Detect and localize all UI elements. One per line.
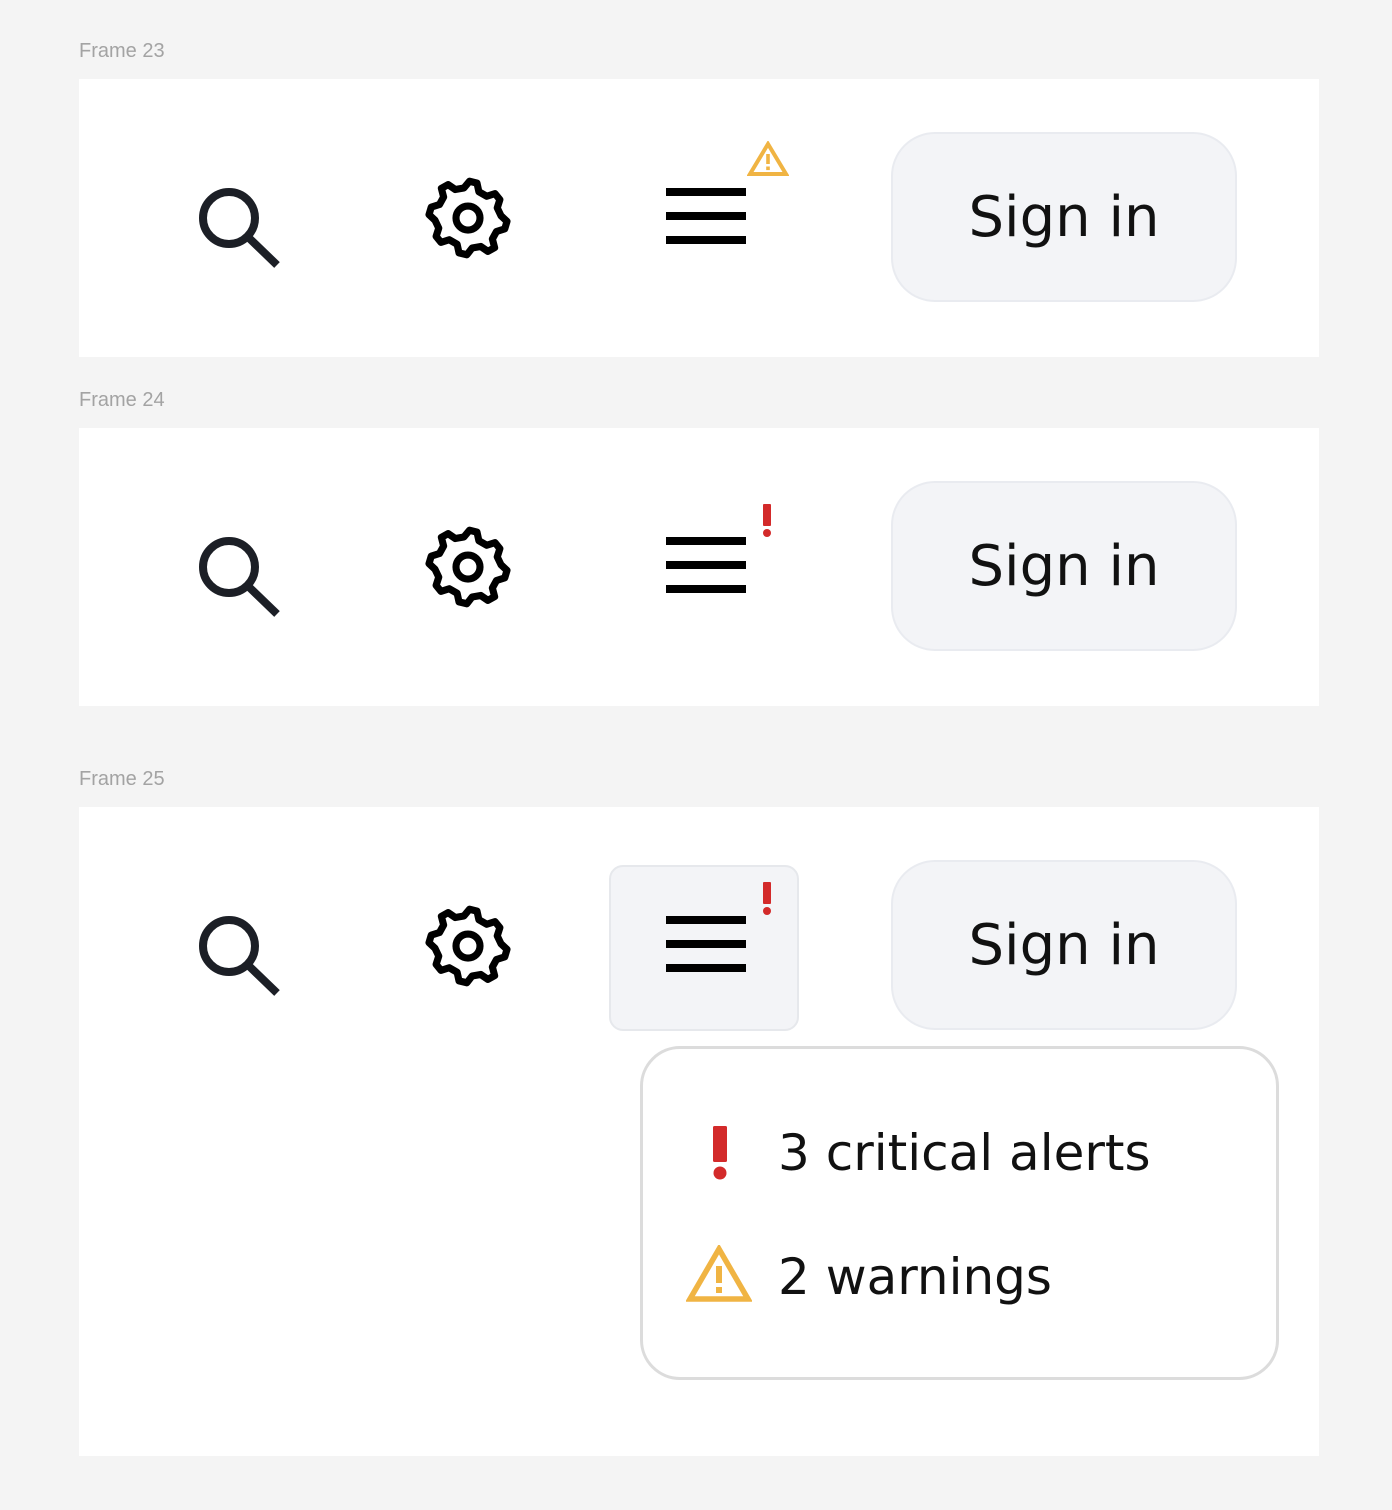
sign-in-button[interactable]: Sign in — [891, 481, 1237, 651]
gear-icon[interactable] — [423, 173, 513, 263]
dropdown-item-label: 3 critical alerts — [778, 1124, 1151, 1182]
warning-triangle-icon — [686, 1245, 752, 1302]
search-icon[interactable] — [197, 535, 283, 619]
dropdown-item-label: 2 warnings — [778, 1248, 1052, 1306]
frame-label: Frame 23 — [79, 40, 165, 62]
dropdown-item-critical[interactable]: 3 critical alerts — [643, 1113, 1276, 1193]
exclamation-icon — [763, 504, 771, 537]
search-icon[interactable] — [197, 914, 283, 998]
search-icon[interactable] — [197, 186, 283, 270]
frame-label: Frame 25 — [79, 768, 165, 790]
warning-triangle-icon — [747, 141, 789, 176]
sign-in-button[interactable]: Sign in — [891, 860, 1237, 1030]
frame-24: Sign in — [79, 428, 1319, 706]
alerts-dropdown: 3 critical alerts 2 warnings — [640, 1046, 1279, 1380]
exclamation-icon — [713, 1126, 727, 1180]
gear-icon[interactable] — [423, 522, 513, 612]
frame-25: Sign in 3 critical alerts 2 warnings — [79, 807, 1319, 1456]
gear-icon[interactable] — [423, 901, 513, 991]
frame-label: Frame 24 — [79, 389, 165, 411]
hamburger-menu-icon[interactable] — [666, 188, 746, 244]
hamburger-menu-icon[interactable] — [666, 537, 746, 593]
dropdown-item-warnings[interactable]: 2 warnings — [643, 1237, 1276, 1317]
hamburger-menu-icon[interactable] — [666, 916, 746, 972]
exclamation-icon — [763, 882, 771, 915]
sign-in-button[interactable]: Sign in — [891, 132, 1237, 302]
frame-23: Sign in — [79, 79, 1319, 357]
